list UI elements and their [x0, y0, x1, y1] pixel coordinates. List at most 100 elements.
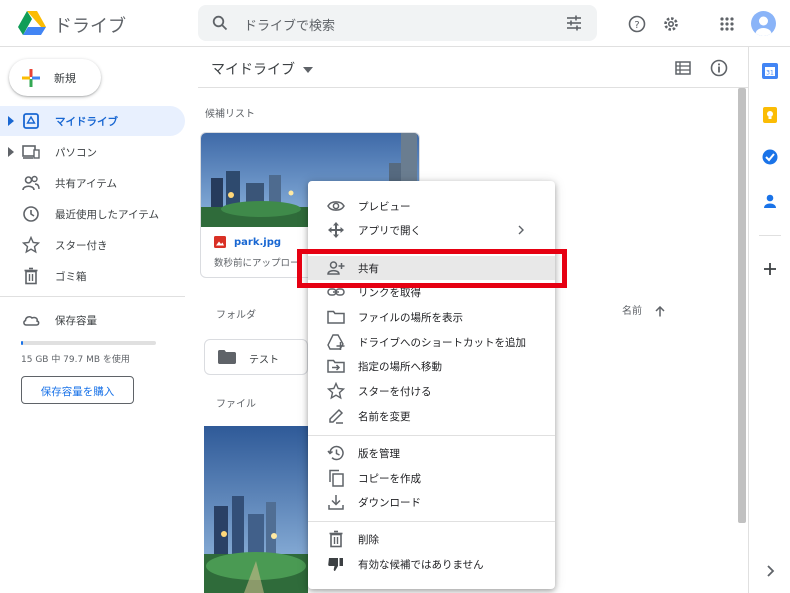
menu-item-label: 有効な候補ではありません	[358, 559, 484, 571]
buy-storage-label: 保存容量を購入	[40, 386, 115, 398]
menu-item-add-star[interactable]: スターを付ける	[308, 379, 555, 403]
sidebar-item-trash[interactable]: ゴミ箱	[0, 261, 185, 291]
shared-icon	[22, 175, 40, 191]
menu-item-label: プレビュー	[358, 201, 411, 213]
files-label: ファイル	[216, 399, 256, 410]
clock-icon	[23, 206, 39, 222]
svg-text:?: ?	[634, 20, 639, 31]
chevron-right-icon[interactable]	[761, 562, 779, 580]
search-input[interactable]: ドライブで検索	[244, 15, 335, 34]
menu-item-label: 指定の場所へ移動	[358, 361, 442, 373]
sidebar-item-recent[interactable]: 最近使用したアイテム	[0, 199, 185, 229]
my-drive-icon	[23, 113, 39, 129]
folder-icon	[218, 350, 236, 364]
page-title[interactable]: マイドライブ	[211, 59, 314, 79]
rename-icon	[329, 408, 344, 424]
help-icon[interactable]: ?	[625, 12, 649, 36]
menu-item-label: 名前を変更	[358, 411, 411, 423]
menu-item-add-shortcut[interactable]: ドライブへのショートカットを追加	[308, 330, 555, 354]
copy-icon	[329, 469, 344, 487]
main-scrollbar[interactable]	[738, 88, 746, 523]
apps-grid-icon[interactable]	[715, 12, 739, 36]
sort-control[interactable]: 名前	[622, 302, 665, 317]
menu-separator	[308, 435, 555, 436]
menu-item-label: アプリで開く	[358, 225, 421, 237]
file-thumbnail[interactable]	[204, 426, 308, 593]
folder-icon	[327, 310, 345, 324]
star-icon	[327, 382, 345, 400]
plus-icon	[22, 69, 40, 87]
menu-separator	[308, 521, 555, 522]
suggested-file-name: park.jpg	[234, 237, 282, 248]
menu-item-preview[interactable]: プレビュー	[308, 194, 555, 218]
sidebar-item-computers[interactable]: パソコン	[0, 137, 185, 167]
buy-storage-button[interactable]: 保存容量を購入	[21, 376, 134, 404]
thumb-down-icon	[328, 558, 343, 571]
menu-item-label: スターを付ける	[358, 386, 432, 398]
contacts-icon[interactable]	[761, 192, 779, 210]
menu-item-label: ドライブへのショートカットを追加	[358, 337, 526, 349]
sidebar-item-starred[interactable]: スター付き	[0, 230, 185, 260]
menu-item-rename[interactable]: 名前を変更	[308, 404, 555, 428]
storage-progress-bar	[21, 341, 156, 345]
avatar[interactable]	[751, 11, 776, 36]
rail-divider	[759, 235, 781, 236]
eye-icon	[327, 201, 345, 211]
menu-item-make-copy[interactable]: コピーを作成	[308, 466, 555, 490]
menu-item-not-helpful[interactable]: 有効な候補ではありません	[308, 552, 555, 576]
menu-item-download[interactable]: ダウンロード	[308, 490, 555, 514]
suggested-label: 候補リスト	[205, 109, 255, 120]
keep-icon[interactable]	[761, 106, 779, 124]
sidebar-item-storage[interactable]: 保存容量	[0, 305, 185, 335]
sidebar-item-my-drive[interactable]: マイドライブ	[0, 106, 185, 136]
menu-item-label: 版を管理	[358, 448, 400, 460]
menu-item-label: 削除	[358, 534, 379, 546]
cloud-icon	[23, 316, 40, 326]
add-addon-icon[interactable]	[761, 260, 779, 278]
storage-usage-text: 15 GB 中 79.7 MB を使用	[21, 355, 130, 365]
history-icon	[327, 445, 344, 461]
menu-item-delete[interactable]: 削除	[308, 527, 555, 551]
drive-logo-icon[interactable]	[18, 11, 46, 36]
folder-item[interactable]: テスト	[204, 339, 308, 375]
search-icon[interactable]	[212, 15, 228, 31]
menu-item-label: コピーを作成	[358, 473, 421, 485]
sidebar-item-label: スター付き	[55, 240, 108, 252]
sidebar-item-label: 共有アイテム	[55, 178, 117, 190]
caret-right-icon[interactable]	[8, 147, 14, 157]
menu-item-manage-versions[interactable]: 版を管理	[308, 441, 555, 465]
add-shortcut-icon	[327, 334, 345, 350]
sidebar-item-shared[interactable]: 共有アイテム	[0, 168, 185, 198]
sidebar-item-label: パソコン	[55, 147, 97, 159]
search-bar[interactable]: ドライブで検索	[198, 5, 597, 41]
menu-item-label: ファイルの場所を表示	[358, 312, 463, 324]
side-panel: 31	[748, 47, 790, 593]
arrow-up-icon[interactable]	[655, 305, 665, 317]
menu-item-move[interactable]: 指定の場所へ移動	[308, 354, 555, 378]
menu-item-show-location[interactable]: ファイルの場所を表示	[308, 305, 555, 329]
dropdown-arrow-icon[interactable]	[303, 67, 314, 73]
computer-icon	[22, 145, 40, 159]
menu-item-open-with[interactable]: アプリで開く	[308, 218, 555, 242]
park-thumbnail-large	[204, 426, 308, 593]
move-icon	[327, 359, 345, 373]
list-view-icon[interactable]	[675, 61, 691, 75]
sidebar-divider	[0, 296, 185, 297]
image-file-icon	[214, 236, 226, 248]
info-icon[interactable]	[710, 59, 728, 77]
folders-label: フォルダ	[216, 310, 256, 321]
download-icon	[328, 495, 344, 510]
sort-label: 名前	[622, 306, 642, 317]
search-options-icon[interactable]	[566, 15, 582, 31]
caret-right-icon[interactable]	[8, 116, 14, 126]
suggested-file-meta: 数秒前にアップロー	[214, 258, 300, 269]
storage-label: 保存容量	[55, 315, 97, 327]
new-button[interactable]: 新規	[9, 59, 101, 96]
tasks-icon[interactable]	[761, 148, 779, 166]
svg-text:31: 31	[766, 70, 774, 77]
app-name[interactable]: ドライブ	[54, 12, 126, 38]
storage-progress-fill	[21, 341, 23, 345]
chevron-right-icon	[518, 225, 524, 235]
calendar-icon[interactable]: 31	[761, 62, 779, 80]
settings-icon[interactable]	[659, 12, 683, 36]
